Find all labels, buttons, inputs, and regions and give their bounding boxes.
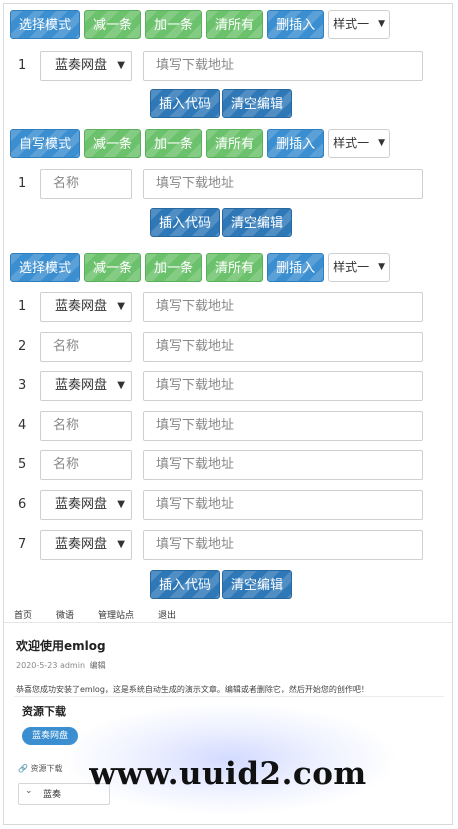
resource-title: 资源下载 (22, 705, 66, 718)
minus-row-button[interactable]: 减一条 (84, 252, 142, 282)
clear-edit-button[interactable]: 清空编辑 (222, 89, 293, 118)
minus-row-button[interactable]: 减一条 (84, 9, 142, 39)
clear-edit-button[interactable]: 清空编辑 (222, 570, 293, 599)
row-number: 6 (18, 497, 27, 512)
row-number: 7 (18, 537, 27, 552)
select-mode-button[interactable]: 选择模式 (10, 252, 81, 282)
row-number: 1 (18, 299, 27, 314)
plus-row-button[interactable]: 加一条 (145, 9, 203, 39)
caret-down-icon: ▼ (117, 380, 125, 391)
url-input[interactable]: 填写下载地址 (143, 51, 423, 81)
clear-edit-button[interactable]: 清空编辑 (222, 208, 293, 237)
toolbar-2: 自写模式 减一条 加一条 清所有 删插入 样式一 ▼ (10, 128, 391, 158)
editor-frame: 选择模式 减一条 加一条 清所有 删插入 样式一 ▼ 1 蓝奏网盘 ▼ 填写下载… (3, 3, 453, 825)
disk-select[interactable]: 蓝奏网盘 ▼ (40, 490, 132, 520)
insert-code-button[interactable]: 插入代码 (150, 208, 221, 237)
url-input[interactable]: 填写下载地址 (143, 530, 423, 560)
delete-insert-button[interactable]: 删插入 (267, 128, 325, 158)
disk-select-value: 蓝奏网盘 (55, 497, 108, 512)
caret-down-icon: ▼ (378, 18, 386, 29)
post-title[interactable]: 欢迎使用emlog (16, 637, 106, 654)
plus-row-button[interactable]: 加一条 (145, 128, 203, 158)
nav-home[interactable]: 首页 (14, 608, 32, 621)
post-meta: 2020-5-23 admin 编辑 (16, 660, 106, 671)
select-mode-button[interactable]: 选择模式 (10, 9, 81, 39)
nav-admin[interactable]: 管理站点 (98, 608, 134, 621)
row-number: 1 (18, 176, 27, 191)
insert-code-button[interactable]: 插入代码 (150, 89, 221, 118)
disk-select[interactable]: 蓝奏网盘 ▼ (40, 292, 132, 322)
actions-2: 插入代码 清空编辑 (150, 208, 293, 238)
nav-divider (4, 622, 452, 623)
style-select[interactable]: 样式一 ▼ (328, 128, 391, 158)
write-mode-button[interactable]: 自写模式 (10, 128, 81, 158)
disk-select[interactable]: 蓝奏网盘 ▼ (40, 51, 132, 81)
url-input[interactable]: 填写下载地址 (143, 169, 423, 199)
site-nav: 首页 微语 管理站点 退出 (14, 608, 176, 621)
url-input[interactable]: 填写下载地址 (143, 490, 423, 520)
clear-all-button[interactable]: 清所有 (206, 9, 264, 39)
caret-down-icon: ▼ (117, 301, 125, 312)
disk-select-value: 蓝奏网盘 (55, 299, 108, 314)
row-number: 2 (18, 339, 27, 354)
disk-select[interactable]: 蓝奏网盘 ▼ (40, 371, 132, 401)
style-select[interactable]: 样式一 ▼ (328, 9, 391, 39)
url-input[interactable]: 填写下载地址 (143, 411, 423, 441)
toolbar-3: 选择模式 减一条 加一条 清所有 删插入 样式一 ▼ (10, 252, 391, 282)
post-body: 恭喜您成功安装了emlog，这是系统自动生成的演示文章。编辑或者删除它，然后开始… (16, 685, 369, 694)
row-number: 4 (18, 418, 27, 433)
actions-3: 插入代码 清空编辑 (150, 570, 293, 600)
actions-1: 插入代码 清空编辑 (150, 89, 293, 119)
plus-row-button[interactable]: 加一条 (145, 252, 203, 282)
url-input[interactable]: 填写下载地址 (143, 292, 423, 322)
url-input[interactable]: 填写下载地址 (143, 450, 423, 480)
clear-all-button[interactable]: 清所有 (206, 128, 264, 158)
post-edit-link[interactable]: 编辑 (90, 661, 106, 670)
nav-logout[interactable]: 退出 (158, 608, 176, 621)
name-input[interactable]: 名称 (40, 332, 132, 362)
caret-down-icon: ▼ (378, 261, 386, 272)
row-number: 1 (18, 58, 27, 73)
style-select-value: 样式一 (333, 259, 370, 274)
insert-code-button[interactable]: 插入代码 (150, 570, 221, 599)
row-number: 5 (18, 457, 27, 472)
disk-select-value: 蓝奏网盘 (55, 378, 108, 393)
watermark: www.uuid2.com (89, 756, 367, 792)
delete-insert-button[interactable]: 删插入 (267, 9, 325, 39)
name-input[interactable]: 名称 (40, 450, 132, 480)
style-select-value: 样式一 (333, 135, 370, 150)
style-select-value: 样式一 (333, 16, 370, 31)
style-select[interactable]: 样式一 ▼ (328, 252, 391, 282)
url-input[interactable]: 填写下载地址 (143, 332, 423, 362)
disk-select-value: 蓝奏网盘 (55, 58, 108, 73)
post-date: 2020-5-23 (16, 661, 58, 670)
clear-all-button[interactable]: 清所有 (206, 252, 264, 282)
caret-down-icon: ▼ (117, 499, 125, 510)
url-input[interactable]: 填写下载地址 (143, 371, 423, 401)
row-number: 3 (18, 378, 27, 393)
delete-insert-button[interactable]: 删插入 (267, 252, 325, 282)
minus-row-button[interactable]: 减一条 (84, 128, 142, 158)
name-input[interactable]: 名称 (40, 411, 132, 441)
caret-down-icon: ▼ (117, 60, 125, 71)
post-author[interactable]: admin (60, 661, 85, 670)
name-input[interactable]: 名称 (40, 169, 132, 199)
toolbar-1: 选择模式 减一条 加一条 清所有 删插入 样式一 ▼ (10, 9, 391, 39)
caret-down-icon: ▼ (117, 539, 125, 550)
disk-select[interactable]: 蓝奏网盘 ▼ (40, 530, 132, 560)
nav-microblog[interactable]: 微语 (56, 608, 74, 621)
caret-down-icon: ▼ (378, 137, 386, 148)
disk-select-value: 蓝奏网盘 (55, 537, 108, 552)
